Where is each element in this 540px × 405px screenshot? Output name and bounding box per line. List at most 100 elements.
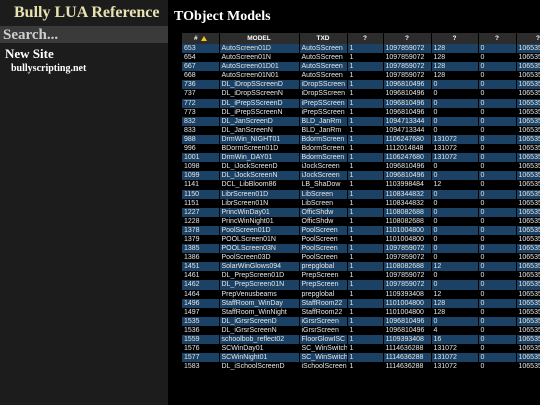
table-row[interactable]: 832 DL_JanScreenD BLD_JanRm 1 1094713344 0 0 10… (182, 116, 540, 126)
table-cell: 1065353216 (516, 144, 540, 154)
table-cell: 1228 (182, 216, 220, 226)
column-header-unknown-1[interactable]: ? (347, 33, 384, 44)
column-header-unknown-5[interactable]: ? (516, 33, 540, 44)
table-cell: 0 (478, 71, 517, 81)
models-table-container[interactable]: # MODEL TXD ? ? ? ? ? 653 AutoScreen01D Au… (182, 33, 540, 405)
table-cell: 1535 (182, 316, 220, 326)
column-header-unknown-3[interactable]: ? (431, 33, 479, 44)
table-cell: 1065353216 (516, 325, 540, 335)
table-cell: iSchoolScreen (299, 362, 348, 372)
table-row[interactable]: 1496 StaffRoom_WinDay StaffRoom22 1 11010048… (182, 298, 540, 308)
table-cell: 1497 (182, 307, 220, 317)
table-cell: PoolScreen (299, 244, 348, 254)
table-cell: 0 (431, 271, 479, 281)
table-cell: 1065353216 (516, 234, 540, 245)
table-row[interactable]: 996 BDormScreen01D BdormScreen 1 1112014848 1… (182, 144, 540, 154)
table-cell: 1 (347, 344, 384, 354)
table-cell: 1112014848 (383, 144, 432, 154)
site-title[interactable]: Bully LUA Reference (14, 4, 159, 22)
column-header-txd[interactable]: TXD (299, 33, 348, 44)
table-row[interactable]: 1227 PrincWinDay01 OfficShdw 1 1108082688 0 0 1… (182, 207, 540, 217)
table-cell: 1109393408 (383, 289, 432, 299)
search-box[interactable] (0, 26, 168, 44)
table-cell: 1 (347, 253, 384, 263)
table-cell: 1106247680 (383, 153, 432, 163)
table-cell: SC_WinSwitch (299, 344, 348, 354)
table-cell: 1 (347, 71, 384, 81)
table-row[interactable]: 1535 DL_iGrsrScreenD iGrsrScreen 1 109681049… (182, 316, 540, 326)
sidebar-link-bullyscripting[interactable]: bullyscripting.net (11, 63, 86, 74)
table-row[interactable]: 1536 DL_iGrsrScreenN iGrsrScreen 1 109681049… (182, 325, 540, 335)
table-row[interactable]: 1141 DCL_LibBloom86 LB_ShaDow 1 1103998484 12… (182, 180, 540, 190)
table-cell: 1 (347, 244, 384, 254)
table-cell: 0 (478, 107, 517, 117)
table-row[interactable]: 1577 SCWinNight01 SC_WinSwitch 1 1114636288 1… (182, 353, 540, 363)
table-row[interactable]: 737 DL_iDropSScreenN iDropSScreen 1 10968104… (182, 89, 540, 99)
table-row[interactable]: 1378 PoolScreen01D PoolScreen 1 1101004800 0 0… (182, 225, 540, 235)
table-cell: DCL_LibBloom86 (219, 180, 300, 190)
table-row[interactable]: 654 AutoScreen01N AutoSScreen 1 1097859072 12… (182, 53, 540, 63)
table-cell: 0 (431, 125, 479, 135)
column-header-unknown-2[interactable]: ? (383, 33, 432, 44)
table-cell: 0 (478, 298, 517, 308)
table-row[interactable]: 1559 schoolbob_reflect02 FloorGlowISC 1 1109… (182, 335, 540, 345)
table-cell: 832 (182, 116, 220, 126)
column-header-index[interactable]: # (182, 33, 220, 44)
table-cell: AutoSScreen (299, 44, 348, 54)
table-row[interactable]: 1098 DL_iJockScreenD iJockScreen 1 109681049… (182, 162, 540, 172)
table-row[interactable]: 1451 SolarWinGlows094 prepglobal 1 110808268… (182, 262, 540, 272)
table-cell: 654 (182, 53, 220, 63)
table-row[interactable]: 1583 DL_iSchoolScreenD iSchoolScreen 1 11146… (182, 362, 540, 372)
table-row[interactable]: 736 DL_iDropSScreenD iDropSScreen 1 10968104… (182, 80, 540, 90)
table-row[interactable]: 1228 PrincWinNight01 OfficShdw 1 1108082688 0… (182, 216, 540, 226)
table-cell: 1099 (182, 171, 220, 181)
table-cell: 0 (478, 289, 517, 299)
table-cell: 668 (182, 71, 220, 81)
table-row[interactable]: 667 AutoScreen01D01 AutoSScreen 1 1097859072… (182, 62, 540, 72)
table-row[interactable]: 1099 DL_iJockScreenN iJockScreen 1 109681049… (182, 171, 540, 181)
column-header-model[interactable]: MODEL (219, 33, 300, 44)
table-cell: 0 (478, 225, 517, 235)
table-cell: DL_iSchoolScreenD (219, 362, 300, 372)
column-header-unknown-4[interactable]: ? (478, 33, 517, 44)
table-cell: 1 (347, 289, 384, 299)
table-row[interactable]: 1576 SCWinDay01 SC_WinSwitch 1 1114636288 131… (182, 344, 540, 354)
table-row[interactable]: 1150 LibrScreen01D LibScreen 1 1108344832 0 0 1… (182, 189, 540, 199)
table-cell: 1 (347, 362, 384, 372)
table-row[interactable]: 772 DL_iPrepSScreenD iPrepSScreen 1 10968104… (182, 98, 540, 108)
table-cell: 4 (431, 325, 479, 335)
table-cell: 1097859072 (383, 280, 432, 290)
table-row[interactable]: 1462 DL_PrepScreen01N PrepScreen 1 109785907… (182, 280, 540, 290)
table-row[interactable]: 773 DL_iPrepSScreenN iPrepSScreen 1 10968104… (182, 107, 540, 117)
table-row[interactable]: 1497 StaffRoom_WinNight StaffRoom22 1 110100… (182, 307, 540, 317)
table-cell: 1 (347, 353, 384, 363)
table-cell: BdormScreen (299, 153, 348, 163)
table-row[interactable]: 833 DL_JanScreenN BLD_JanRm 1 1094713344 0 0 10… (182, 125, 540, 135)
table-row[interactable]: 1464 PrepVenusbeams prepglobal 1 1109393408 1… (182, 289, 540, 299)
table-cell: 0 (478, 335, 517, 345)
table-row[interactable]: 668 AutoScreen01N01 AutoSScreen 1 1097859072… (182, 71, 540, 81)
table-row[interactable]: 1001 DrmWin_DAY01 BdormScreen 1 1106247680 13… (182, 153, 540, 163)
table-row[interactable]: 1379 POOLScreen01N PoolScreen 1 1101004800 0 0… (182, 234, 540, 245)
table-cell: 1065353216 (516, 153, 540, 163)
search-input[interactable] (0, 27, 168, 44)
table-row[interactable]: 1386 PoolScreen03D PoolScreen 1 1097859072 0 0… (182, 253, 540, 263)
table-cell: 1 (347, 298, 384, 308)
table-cell: StaffRoom22 (299, 298, 348, 308)
table-cell: AutoScreen01N01 (219, 71, 300, 81)
table-row[interactable]: 1385 POOLScreen03N PoolScreen 1 1097859072 0 0… (182, 244, 540, 254)
table-cell: 1451 (182, 262, 220, 272)
table-cell: 0 (478, 162, 517, 172)
table-row[interactable]: 1151 LibrScreen01N LibScreen 1 1108344832 0 0 1… (182, 198, 540, 208)
table-cell: 1065353216 (516, 335, 540, 345)
table-row[interactable]: 1461 DL_PrepScreen01D PrepScreen 1 109785907… (182, 271, 540, 281)
table-row[interactable]: 653 AutoScreen01D AutoSScreen 1 1097859072 12… (182, 44, 540, 54)
table-cell: POOLScreen01N (219, 234, 300, 245)
table-cell: 131072 (431, 344, 479, 354)
table-row[interactable]: 988 DrmWin_NIGHT01 BdormScreen 1 1106247680 1… (182, 134, 540, 145)
table-cell: 1385 (182, 244, 220, 254)
table-cell: 131072 (431, 153, 479, 163)
table-cell: 1094713344 (383, 125, 432, 135)
table-cell: prepglobal (299, 289, 348, 299)
table-cell: 1065353216 (516, 353, 540, 363)
